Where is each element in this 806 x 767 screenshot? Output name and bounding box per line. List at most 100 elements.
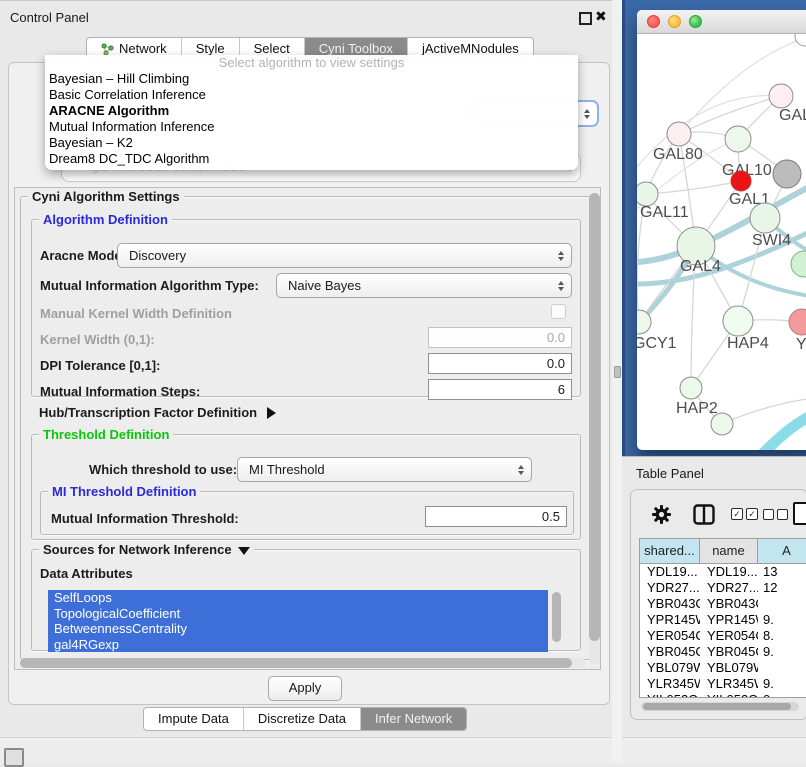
table-cell: YBL079W	[640, 660, 700, 676]
mini-panel-icon[interactable]	[4, 748, 24, 767]
algorithm-option-mutual-information-inference[interactable]: Mutual Information Inference	[45, 119, 578, 135]
network-node[interactable]	[711, 413, 733, 435]
network-node-hap4[interactable]	[723, 306, 753, 336]
threshold-definition-group: Threshold Definition Which threshold to …	[31, 434, 581, 540]
table-row[interactable]: YER054CYER054C8.	[640, 628, 806, 644]
tab-infer-network[interactable]: Infer Network	[360, 708, 466, 730]
column-layout-icon[interactable]	[693, 504, 715, 525]
tab-impute-data[interactable]: Impute Data	[144, 708, 243, 730]
unchecked-box-icon	[777, 509, 788, 520]
split-pane-divider[interactable]	[612, 0, 622, 762]
algorithm-definition-group: Algorithm Definition Aracne Mode: Discov…	[31, 219, 581, 397]
table-panel-card: ✓ ✓ shared...nameA YDL19...YDL19...13YDR…	[630, 489, 806, 720]
network-node-gal11[interactable]	[637, 182, 658, 206]
apply-button[interactable]: Apply	[268, 676, 342, 701]
deselect-all-columns-icon[interactable]	[763, 509, 788, 520]
stepper-icon	[558, 281, 564, 291]
network-node-y[interactable]	[789, 309, 806, 335]
network-node-gal[interactable]	[769, 84, 793, 108]
dpi-tolerance-field[interactable]: 0.0	[428, 353, 572, 374]
node-label-gal: GAL	[779, 107, 806, 124]
mi-threshold-field[interactable]: 0.5	[425, 506, 567, 527]
table-row[interactable]: YDL19...YDL19...13	[640, 564, 806, 580]
table-cell	[758, 596, 806, 612]
minimize-traffic-light-icon[interactable]	[668, 15, 681, 28]
status-strip	[0, 737, 806, 764]
network-window: GALGAL80GAL10GAL1GAL11SWI4GAL4GCY1HAP4YH…	[637, 10, 806, 450]
attribute-selfloops[interactable]: SelfLoops	[48, 590, 548, 606]
network-icon	[101, 43, 114, 56]
table-row[interactable]: YLR345WYLR345W9.	[640, 676, 806, 692]
attribute-gal4rgexp[interactable]: gal4RGexp	[48, 637, 548, 653]
node-attribute-table: shared...nameA YDL19...YDL19...13YDR27..…	[639, 538, 806, 698]
table-row[interactable]: YBR045CYBR045C9.	[640, 644, 806, 660]
table-cell: 9.	[758, 644, 806, 660]
table-row[interactable]: YBR043CYBR043C	[640, 596, 806, 612]
network-canvas[interactable]: GALGAL80GAL10GAL1GAL11SWI4GAL4GCY1HAP4YH…	[637, 34, 806, 450]
mi-type-combo[interactable]: Naive Bayes	[276, 273, 572, 298]
attribute-betweennesscentrality[interactable]: BetweennessCentrality	[48, 621, 548, 637]
dpi-tolerance-label: DPI Tolerance [0,1]:	[40, 358, 160, 373]
attribute-list-scrollbar[interactable]	[552, 592, 561, 650]
algorithm-option-bayesian-k2[interactable]: Bayesian – K2	[45, 135, 578, 151]
network-node[interactable]	[791, 251, 806, 277]
table-panel-header: Table Panel	[622, 456, 806, 489]
network-node-swi4[interactable]	[750, 203, 780, 233]
group-title: Algorithm Definition	[39, 212, 172, 227]
network-node-gal1[interactable]	[731, 171, 751, 191]
column-header-shared[interactable]: shared...	[640, 539, 700, 563]
network-view-frame: GALGAL80GAL10GAL1GAL11SWI4GAL4GCY1HAP4YH…	[622, 0, 806, 456]
algorithm-option-aracne-algorithm[interactable]: ARACNE Algorithm	[45, 103, 578, 119]
table-row[interactable]: YDR27...YDR27...12	[640, 580, 806, 596]
attribute-topologicalcoefficient[interactable]: TopologicalCoefficient	[48, 606, 548, 622]
float-window-icon[interactable]	[579, 12, 592, 25]
table-cell: 9.	[758, 612, 806, 628]
stepper-icon	[584, 109, 590, 119]
table-cell: YIL052C	[700, 692, 758, 697]
table-panel-title: Table Panel	[636, 466, 704, 481]
algorithm-option-dream8-dc-tdc-algorithm[interactable]: Dream8 DC_TDC Algorithm	[45, 151, 578, 167]
network-node-gal80[interactable]	[667, 122, 691, 146]
function-builder-icon[interactable]	[793, 502, 806, 525]
hub-definition-disclosure[interactable]: Hub/Transcription Factor Definition	[39, 405, 276, 420]
sources-title: Sources for Network Inference	[43, 542, 232, 557]
settings-horizontal-scrollbar[interactable]	[20, 658, 586, 668]
aracne-mode-value: Discovery	[129, 248, 186, 263]
network-edge	[753, 408, 806, 450]
network-node-gal10[interactable]	[725, 126, 751, 152]
network-node[interactable]	[773, 160, 801, 188]
close-icon[interactable]: ✖	[595, 8, 607, 25]
gear-icon[interactable]	[651, 504, 672, 525]
mi-steps-field[interactable]: 6	[428, 379, 572, 400]
network-window-titlebar[interactable]	[637, 10, 806, 34]
node-label-hap4: HAP4	[727, 335, 769, 352]
algorithm-option-basic-correlation-inference[interactable]: Basic Correlation Inference	[45, 87, 578, 103]
hub-definition-label: Hub/Transcription Factor Definition	[39, 405, 257, 420]
which-threshold-combo[interactable]: MI Threshold	[237, 457, 532, 482]
node-label-gal4: GAL4	[680, 258, 721, 275]
manual-kernel-checkbox[interactable]	[551, 304, 566, 319]
table-row[interactable]: YBL079WYBL079W	[640, 660, 806, 676]
aracne-mode-label: Aracne Mode:	[40, 248, 126, 263]
unchecked-box-icon	[763, 509, 774, 520]
aracne-mode-combo[interactable]: Discovery	[117, 243, 572, 268]
table-row[interactable]: YIL052CYIL052C0.	[640, 692, 806, 697]
select-all-columns-icon[interactable]: ✓ ✓	[731, 508, 758, 520]
close-traffic-light-icon[interactable]	[647, 15, 660, 28]
algorithm-option-bayesian-hill-climbing[interactable]: Bayesian – Hill Climbing	[45, 71, 578, 87]
settings-vertical-scrollbar[interactable]	[589, 193, 600, 665]
node-label-hap2: HAP2	[676, 400, 718, 417]
column-header-a[interactable]: A	[758, 539, 806, 563]
disclosure-down-icon[interactable]	[238, 547, 250, 555]
divider-handle[interactable]	[614, 366, 621, 378]
kernel-width-label: Kernel Width (0,1):	[40, 332, 155, 347]
table-horizontal-scrollbar[interactable]	[641, 702, 799, 711]
tab-discretize-data[interactable]: Discretize Data	[243, 708, 360, 730]
group-title: Sources for Network Inference	[39, 542, 254, 557]
table-row[interactable]: YPR145WYPR145W9.	[640, 612, 806, 628]
table-cell: 0.	[758, 692, 806, 697]
zoom-traffic-light-icon[interactable]	[689, 15, 702, 28]
column-header-name[interactable]: name	[700, 539, 758, 563]
network-node[interactable]	[795, 34, 806, 46]
network-node-hap2[interactable]	[680, 377, 702, 399]
